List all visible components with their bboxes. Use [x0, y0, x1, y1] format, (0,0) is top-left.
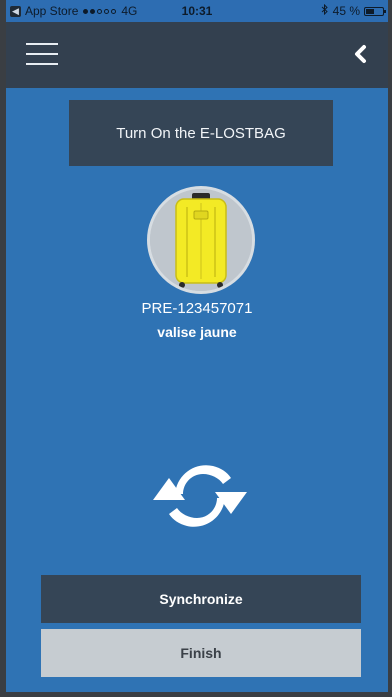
- main-content: Turn On the E-LOSTBAG PRE-123457071 vali: [6, 88, 388, 692]
- chevron-left-icon[interactable]: [350, 42, 372, 66]
- status-bar: ◀ App Store 4G 10:31 45 %: [6, 0, 388, 22]
- back-to-app-icon[interactable]: ◀: [10, 5, 21, 17]
- status-left: ◀ App Store 4G: [6, 4, 137, 18]
- hamburger-menu-icon[interactable]: [26, 41, 58, 67]
- synchronize-button[interactable]: Synchronize: [41, 575, 361, 623]
- battery-icon: [364, 6, 386, 16]
- status-right: 45 %: [321, 3, 388, 18]
- navigation-bar: [6, 22, 388, 88]
- battery-percentage: 45 %: [332, 4, 360, 18]
- bag-id: PRE-123457071: [141, 300, 253, 317]
- bag-avatar: [147, 186, 255, 294]
- network-type: 4G: [121, 4, 138, 18]
- bag-name: valise jaune: [157, 324, 237, 340]
- yellow-suitcase-image: [150, 189, 252, 291]
- refresh-icon[interactable]: [151, 456, 249, 536]
- bluetooth-icon: [321, 3, 329, 18]
- signal-strength-icon: [83, 8, 117, 14]
- turn-on-banner: Turn On the E-LOSTBAG: [69, 100, 333, 166]
- app-frame: ◀ App Store 4G 10:31 45 % Turn On the E-…: [0, 0, 392, 697]
- carrier-app-label[interactable]: App Store: [25, 4, 78, 18]
- finish-button[interactable]: Finish: [41, 629, 361, 677]
